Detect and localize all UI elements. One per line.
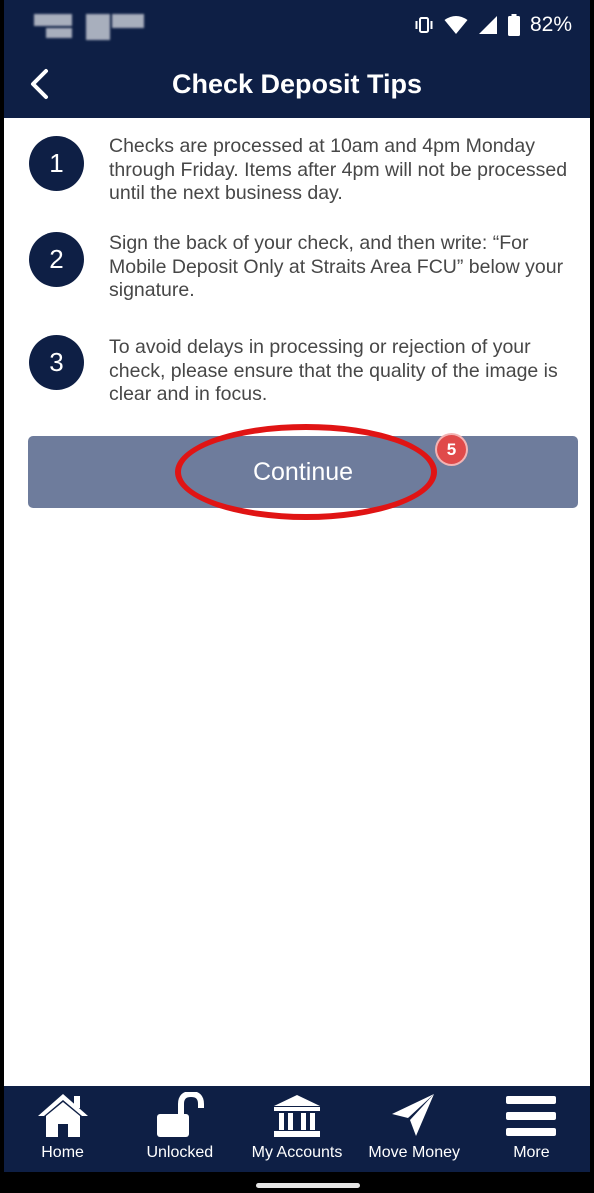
nav-item-unlocked[interactable]: Unlocked: [121, 1086, 238, 1172]
page-title: Check Deposit Tips: [171, 68, 423, 99]
nav-item-move-money[interactable]: Move Money: [356, 1086, 473, 1172]
tip-number: 1: [29, 136, 84, 191]
wifi-icon: [444, 16, 468, 34]
paper-plane-icon: [392, 1094, 435, 1136]
status-icons: 82%: [414, 13, 572, 37]
nav-label: Move Money: [368, 1144, 460, 1161]
vibrate-icon: [415, 17, 433, 33]
device-frame-right: [590, 0, 594, 1193]
battery-percentage: 82%: [529, 13, 572, 36]
back-button[interactable]: [20, 62, 60, 106]
tip-text: Checks are processed at 10am and 4pm Mon…: [109, 135, 568, 204]
system-gesture-area: [4, 1172, 590, 1193]
bottom-navigation: Home Unlocked My Accounts Move Money Mor…: [4, 1086, 590, 1172]
unlocked-padlock-icon: [156, 1092, 204, 1137]
signal-icon: [478, 16, 497, 34]
home-icon: [37, 1094, 88, 1137]
hamburger-menu-icon: [506, 1096, 557, 1136]
gesture-handle[interactable]: [256, 1183, 360, 1188]
step-number-badge: 5: [437, 435, 466, 464]
device-frame-left: [0, 0, 4, 1193]
nav-item-my-accounts[interactable]: My Accounts: [238, 1086, 355, 1172]
nav-label: My Accounts: [251, 1144, 343, 1161]
blurred-notification-icons: [34, 14, 72, 26]
tip-number: 3: [29, 335, 84, 390]
tip-number: 2: [29, 232, 84, 287]
nav-label: More: [513, 1144, 550, 1161]
battery-icon: [507, 14, 520, 36]
tip-text: Sign the back of your check, and then wr…: [109, 232, 564, 301]
nav-label: Unlocked: [146, 1144, 214, 1161]
nav-item-home[interactable]: Home: [4, 1086, 121, 1172]
bank-icon: [274, 1095, 320, 1137]
app-header: Check Deposit Tips: [4, 50, 590, 118]
nav-item-more[interactable]: More: [473, 1086, 590, 1172]
chevron-left-icon: [31, 69, 48, 99]
tip-text: To avoid delays in processing or rejecti…: [109, 336, 558, 405]
continue-button[interactable]: Continue: [28, 436, 578, 508]
status-bar: 82%: [4, 0, 590, 50]
nav-label: Home: [41, 1144, 84, 1161]
